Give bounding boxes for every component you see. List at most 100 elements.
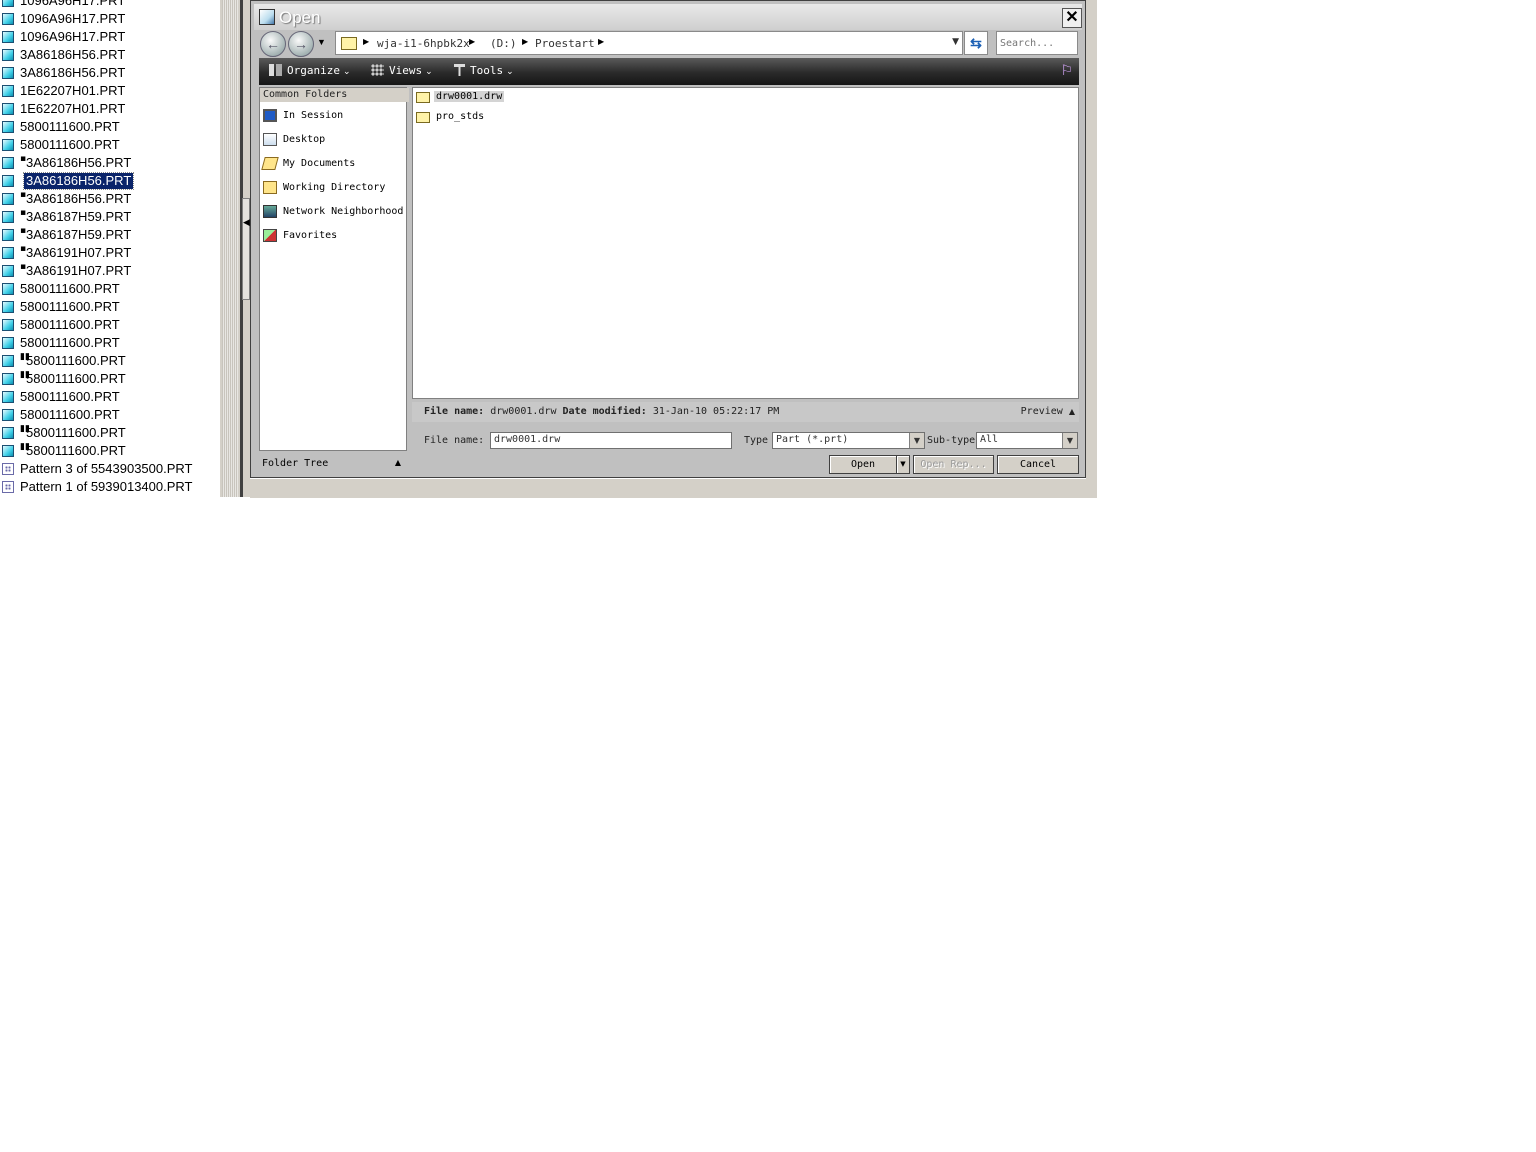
favorites-icon: [263, 229, 277, 242]
tree-item[interactable]: ▪ 3A86186H56.PRT: [0, 190, 220, 208]
cancel-button[interactable]: Cancel: [997, 455, 1079, 474]
collapse-arrow-icon[interactable]: ◀: [243, 218, 250, 228]
tree-item-label: 5800111600.PRT: [20, 389, 120, 404]
back-button[interactable]: ←: [260, 31, 286, 57]
tree-item[interactable]: ▪ 3A86191H07.PRT: [0, 244, 220, 262]
tree-item-label: 1096A96H17.PRT: [20, 11, 126, 26]
open-dialog: Open ✕ ← → ▼ ▶ wja-i1-6hpbk2x ▶ (D:) ▶ P…: [250, 0, 1086, 478]
tree-item-label: 5800111600.PRT: [26, 353, 126, 368]
subtype-label: Sub-type: [927, 435, 976, 446]
tree-item[interactable]: ▪ 3A86186H56.PRT: [0, 154, 220, 172]
dropdown-arrow-icon: ▼: [900, 460, 906, 468]
tree-item-label: 1096A96H17.PRT: [20, 29, 126, 44]
breadcrumb-chevron-icon[interactable]: ▶: [363, 37, 369, 46]
breadcrumb-chevron-icon[interactable]: ▶: [522, 37, 528, 46]
back-arrow-icon: ←: [266, 36, 280, 52]
tree-item[interactable]: ▮▮ 5800111600.PRT: [0, 352, 220, 370]
tools-icon: [454, 64, 465, 76]
tree-item-label: 5800111600.PRT: [20, 119, 120, 134]
tree-item[interactable]: 5800111600.PRT: [0, 298, 220, 316]
tree-item[interactable]: 3A86186H56.PRT: [0, 46, 220, 64]
part-icon: [2, 157, 14, 169]
tools-label: Tools: [470, 64, 504, 77]
tree-item[interactable]: 5800111600.PRT: [0, 316, 220, 334]
search-input[interactable]: [996, 31, 1078, 55]
breadcrumb-computer[interactable]: wja-i1-6hpbk2x: [377, 37, 470, 50]
tree-item[interactable]: ▮▮ 5800111600.PRT: [0, 442, 220, 460]
tree-item[interactable]: 5800111600.PRT: [0, 334, 220, 352]
open-rep-label: Open Rep...: [920, 459, 987, 470]
dialog-title: Open: [279, 8, 321, 27]
preview-toggle[interactable]: Preview ▲: [1021, 406, 1075, 417]
splitter-grip: [222, 0, 238, 497]
address-dropdown-icon[interactable]: ▼: [952, 37, 959, 47]
subtype-select[interactable]: All ▼: [976, 432, 1078, 449]
dropdown-arrow-icon: ▼: [1062, 433, 1077, 448]
tree-item-label: 3A86187H59.PRT: [26, 227, 132, 242]
open-button[interactable]: Open: [829, 455, 897, 474]
tree-item[interactable]: 1E62207H01.PRT: [0, 100, 220, 118]
tree-item[interactable]: 1096A96H17.PRT: [0, 28, 220, 46]
folder-tree-toggle[interactable]: Folder Tree ▲: [259, 453, 407, 475]
tree-item[interactable]: 1096A96H17.PRT: [0, 10, 220, 28]
part-icon: [2, 283, 14, 295]
tree-item-label: 5800111600.PRT: [20, 335, 120, 350]
context-help-icon[interactable]: ⚐: [1060, 63, 1073, 79]
tree-item[interactable]: 1096A96H17.PRT: [0, 0, 220, 10]
type-select[interactable]: Part (*.prt) ▼: [772, 432, 925, 449]
tree-item[interactable]: 5800111600.PRT: [0, 406, 220, 424]
tree-item-label: 3A86191H07.PRT: [26, 245, 132, 260]
file-info-bar: File name: drw0001.drw Date modified: 31…: [412, 402, 1079, 422]
open-options-button[interactable]: ▼: [896, 455, 910, 474]
tree-item-label: 3A86186H56.PRT: [20, 47, 126, 62]
tree-item[interactable]: 5800111600.PRT: [0, 280, 220, 298]
tree-item[interactable]: 5800111600.PRT: [0, 388, 220, 406]
tree-item[interactable]: 5800111600.PRT: [0, 118, 220, 136]
cancel-button-label: Cancel: [1019, 459, 1057, 470]
collapse-handle[interactable]: [242, 198, 250, 300]
address-bar[interactable]: ▶ wja-i1-6hpbk2x ▶ (D:) ▶ Proestart ▶ ▼: [335, 31, 963, 55]
part-icon: [2, 337, 14, 349]
close-button[interactable]: ✕: [1062, 8, 1082, 28]
common-folder-label: Desktop: [283, 134, 326, 145]
part-icon: [2, 229, 14, 241]
tree-item[interactable]: ▮▮ 5800111600.PRT: [0, 370, 220, 388]
breadcrumb-folder[interactable]: Proestart: [535, 37, 595, 50]
refresh-button[interactable]: ⇆: [964, 31, 988, 55]
tree-item[interactable]: Pattern 1 of 5939013400.PRT: [0, 478, 220, 496]
breadcrumb-chevron-icon[interactable]: ▶: [469, 37, 475, 46]
tree-item[interactable]: Pattern 3 of 5543903500.PRT: [0, 460, 220, 478]
organize-label: Organize: [287, 64, 340, 77]
tree-item-label: 1E62207H01.PRT: [20, 101, 126, 116]
common-folder-label: In Session: [283, 110, 344, 121]
subtype-value: All: [980, 434, 999, 445]
dialog-titlebar[interactable]: Open ✕: [254, 4, 1082, 30]
tree-item[interactable]: 3A86186H56.PRT: [0, 64, 220, 82]
history-dropdown-icon[interactable]: ▼: [317, 37, 326, 47]
views-menu[interactable]: Views ⌄: [371, 64, 433, 77]
tree-item-label: 3A86186H56.PRT: [26, 191, 132, 206]
part-icon: [2, 175, 14, 187]
breadcrumb-chevron-icon[interactable]: ▶: [598, 37, 604, 46]
tree-item-label: Pattern 3 of 5543903500.PRT: [20, 461, 193, 476]
common-folders-header: Common Folders: [260, 88, 409, 102]
tree-item[interactable]: 5800111600.PRT: [0, 136, 220, 154]
forward-button[interactable]: →: [288, 31, 314, 57]
preview-label: Preview: [1020, 406, 1063, 417]
tree-item[interactable]: 1E62207H01.PRT: [0, 82, 220, 100]
part-icon: [2, 67, 14, 79]
tree-item[interactable]: ▪ 3A86187H59.PRT: [0, 226, 220, 244]
common-folder-label: Working Directory: [283, 182, 386, 193]
tree-item[interactable]: ▪ 3A86191H07.PRT: [0, 262, 220, 280]
organize-menu[interactable]: Organize ⌄: [269, 64, 351, 77]
file-name-input[interactable]: drw0001.drw: [490, 432, 732, 449]
expand-up-icon: ▲: [394, 458, 401, 467]
tree-item[interactable]: ▮▮ 5800111600.PRT: [0, 424, 220, 442]
tree-item[interactable]: 3A86186H56.PRT: [0, 172, 220, 190]
tree-item[interactable]: ▪ 3A86187H59.PRT: [0, 208, 220, 226]
folder-icon: [416, 112, 430, 123]
tools-menu[interactable]: Tools ⌄: [454, 64, 514, 77]
pane-splitter[interactable]: ◀: [220, 0, 250, 497]
tree-item-label: 5800111600.PRT: [26, 425, 126, 440]
breadcrumb-drive[interactable]: (D:): [490, 37, 517, 50]
